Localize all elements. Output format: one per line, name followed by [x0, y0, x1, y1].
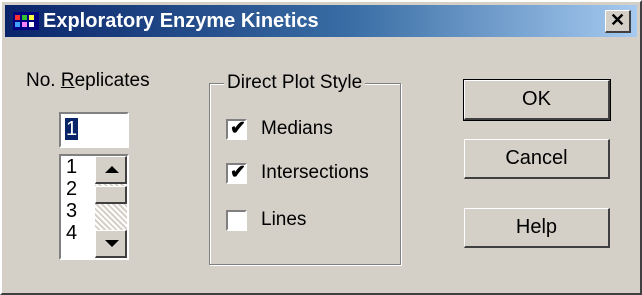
help-button[interactable]: Help [464, 208, 610, 248]
close-button[interactable]: ✕ [605, 10, 631, 33]
app-icon [13, 12, 39, 30]
cancel-button[interactable]: Cancel [464, 139, 610, 179]
replicates-input-value: 1 [65, 118, 79, 140]
list-item[interactable]: 3 [66, 200, 77, 222]
title-bar[interactable]: Exploratory Enzyme Kinetics ✕ [5, 5, 637, 37]
list-item[interactable]: 1 [66, 156, 77, 178]
enzyme-kinetics-dialog: Exploratory Enzyme Kinetics ✕ No. Replic… [0, 0, 642, 295]
close-icon: ✕ [609, 10, 626, 30]
list-item[interactable]: 4 [66, 222, 77, 244]
scroll-thumb[interactable] [95, 186, 127, 204]
scroll-down-button[interactable] [95, 230, 127, 258]
arrow-down-icon [105, 240, 119, 247]
list-item[interactable]: 2 [66, 178, 77, 200]
lines-checkbox[interactable] [226, 210, 247, 231]
replicates-scrollbar[interactable] [95, 156, 127, 258]
intersections-checkbox[interactable]: ✔ [226, 162, 247, 184]
group-legend: Direct Plot Style [224, 72, 366, 94]
window-title: Exploratory Enzyme Kinetics [43, 10, 319, 32]
arrow-up-icon [105, 166, 119, 173]
ok-button[interactable]: OK [463, 79, 611, 121]
replicates-label-text: No. Replicates [26, 70, 150, 91]
checkmark-icon: ✔ [230, 118, 246, 139]
scroll-up-button[interactable] [95, 156, 127, 184]
medians-checkbox[interactable]: ✔ [226, 118, 247, 140]
replicates-label: No. Replicates [26, 70, 150, 92]
replicates-input[interactable]: 1 [59, 112, 129, 148]
medians-label[interactable]: Medians [261, 118, 333, 140]
lines-label[interactable]: Lines [261, 209, 306, 231]
intersections-label[interactable]: Intersections [261, 162, 369, 184]
checkmark-icon: ✔ [230, 162, 246, 183]
